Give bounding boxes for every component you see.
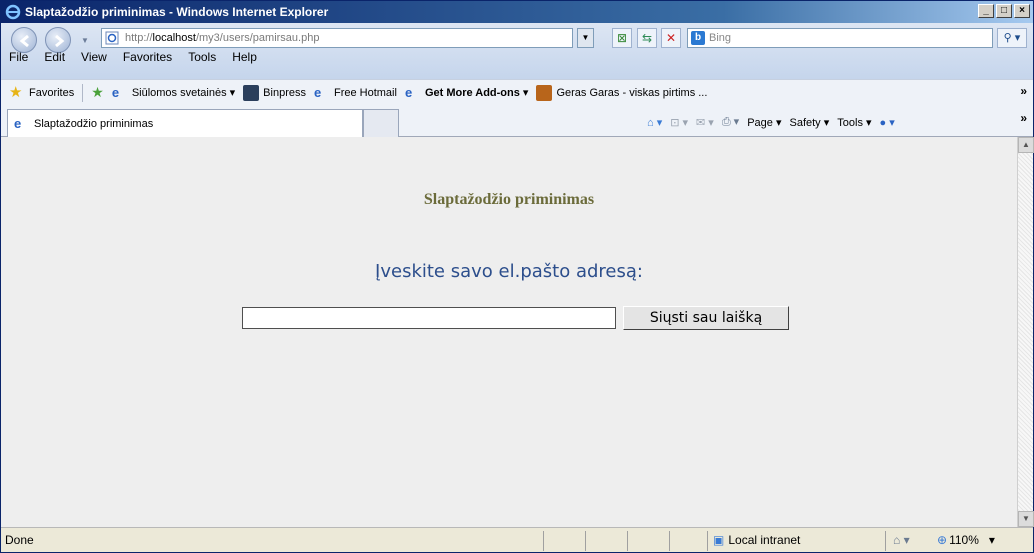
search-button[interactable]: ⚲ ▾ [997, 28, 1027, 48]
fav-binpress[interactable]: Binpress [243, 84, 306, 101]
title-bar: Slaptažodžio priminimas - Windows Intern… [1, 1, 1033, 23]
browser-window: Slaptažodžio priminimas - Windows Intern… [0, 0, 1034, 553]
status-divider [627, 531, 628, 551]
fav-get-more-addons[interactable]: e Get More Add-ons ▾ [405, 85, 529, 101]
menu-bar: File Edit View Favorites Tools Help [1, 47, 265, 67]
address-url: http://localhost/my3/users/pamirsau.php [125, 32, 320, 44]
feeds-icon[interactable]: ⊡ ▾ [670, 116, 688, 129]
menu-favorites[interactable]: Favorites [115, 50, 180, 64]
tools-menu[interactable]: Tools ▾ [837, 116, 871, 129]
tab-active[interactable]: e Slaptažodžio priminimas [7, 109, 363, 137]
zoom-dropdown-icon: ▾ [988, 533, 995, 547]
print-icon[interactable]: ⎙ ▾ [722, 115, 739, 129]
bucket-icon [536, 84, 553, 101]
ie-logo-icon [5, 4, 21, 20]
status-bar: Done ▣ Local intranet ⌂ ▾ ⊕ 110% ▾ [1, 527, 1033, 552]
bing-icon: b [691, 31, 705, 45]
zoom-control[interactable]: ⊕ 110% ▾ [937, 533, 995, 547]
security-zone[interactable]: ▣ Local intranet [713, 533, 800, 547]
email-prompt: Įveskite savo el.pašto adresą: [375, 261, 643, 282]
ie-logo-icon: e [111, 84, 120, 100]
zoom-icon: ⊕ [937, 533, 948, 547]
command-bar: ⌂ ▾ ⊡ ▾ ✉ ▾ ⎙ ▾ Page ▾ Safety ▾ Tools ▾ … [647, 115, 895, 129]
status-text: Done [5, 533, 34, 547]
forward-arrow-icon [55, 34, 65, 48]
search-input[interactable]: b Bing [687, 28, 993, 48]
page-content: Slaptažodžio priminimas Įveskite savo el… [1, 137, 1017, 527]
status-divider [543, 531, 544, 551]
close-button[interactable]: × [1014, 4, 1030, 18]
scroll-up-icon[interactable]: ▲ [1018, 137, 1034, 153]
favbar-overflow-icon[interactable]: » [1020, 84, 1027, 98]
binpress-icon [243, 84, 260, 101]
page-heading: Slaptažodžio priminimas [423, 191, 595, 208]
fav-geras-garas[interactable]: Geras Garas - viskas pirtims ... [536, 84, 707, 101]
fav-suggested-sites[interactable]: e Siūlomos svetainės ▾ [112, 85, 235, 101]
favorites-button[interactable]: ★ Favorites [9, 83, 74, 101]
ie-logo-icon: e [14, 115, 22, 131]
send-email-button[interactable]: Siųsti sau laišką [623, 306, 789, 330]
history-dropdown-icon[interactable]: ▼ [81, 36, 89, 45]
status-divider [707, 531, 708, 551]
mail-icon[interactable]: ✉ ▾ [696, 116, 714, 129]
menu-view[interactable]: View [73, 50, 115, 64]
status-divider [669, 531, 670, 551]
page-menu[interactable]: Page ▾ [747, 116, 781, 129]
tab-title: Slaptažodžio priminimas [34, 117, 154, 130]
status-divider [885, 531, 886, 551]
fav-free-hotmail[interactable]: e Free Hotmail [314, 85, 397, 101]
ie-page-icon [105, 31, 119, 45]
star-icon: ★ [9, 83, 23, 101]
scroll-down-icon[interactable]: ▼ [1018, 511, 1034, 527]
compatibility-view-icon[interactable]: ⊠ [612, 28, 632, 48]
address-bar[interactable]: http://localhost/my3/users/pamirsau.php [101, 28, 573, 48]
intranet-icon: ▣ [713, 533, 725, 547]
ie-page-icon: e [404, 84, 413, 100]
add-favorite-icon[interactable]: ★ [91, 84, 104, 101]
address-dropdown-icon[interactable]: ▼ [577, 28, 594, 48]
email-field[interactable] [242, 307, 616, 329]
help-icon[interactable]: ● ▾ [880, 116, 895, 129]
maximize-button[interactable]: □ [996, 4, 1012, 18]
refresh-icon[interactable]: ⇆ [637, 28, 657, 48]
menu-file[interactable]: File [1, 50, 36, 64]
tab-bar: e Slaptažodžio priminimas ⌂ ▾ ⊡ ▾ ✉ ▾ ⎙ … [1, 105, 1033, 137]
ie-page-icon: e [313, 84, 322, 100]
search-placeholder: Bing [709, 32, 732, 44]
protected-mode-icon[interactable]: ⌂ ▾ [893, 533, 910, 547]
safety-menu[interactable]: Safety ▾ [790, 116, 830, 129]
cmdbar-overflow-icon[interactable]: » [1020, 111, 1027, 125]
vertical-scrollbar[interactable]: ▲ ▼ [1017, 137, 1034, 527]
favbar-divider [82, 83, 84, 102]
window-title: Slaptažodžio priminimas - Windows Intern… [25, 5, 329, 19]
stop-icon[interactable]: ✕ [661, 28, 681, 48]
minimize-button[interactable]: _ [978, 4, 994, 18]
menu-help[interactable]: Help [224, 50, 265, 64]
menu-edit[interactable]: Edit [36, 50, 73, 64]
menu-tools[interactable]: Tools [180, 50, 224, 64]
home-icon[interactable]: ⌂ ▾ [647, 116, 662, 129]
back-arrow-icon [19, 34, 29, 48]
status-divider [585, 531, 586, 551]
new-tab-button[interactable] [363, 109, 399, 137]
favorites-bar: ★ Favorites ★ e Siūlomos svetainės ▾ Bin… [1, 79, 1033, 105]
